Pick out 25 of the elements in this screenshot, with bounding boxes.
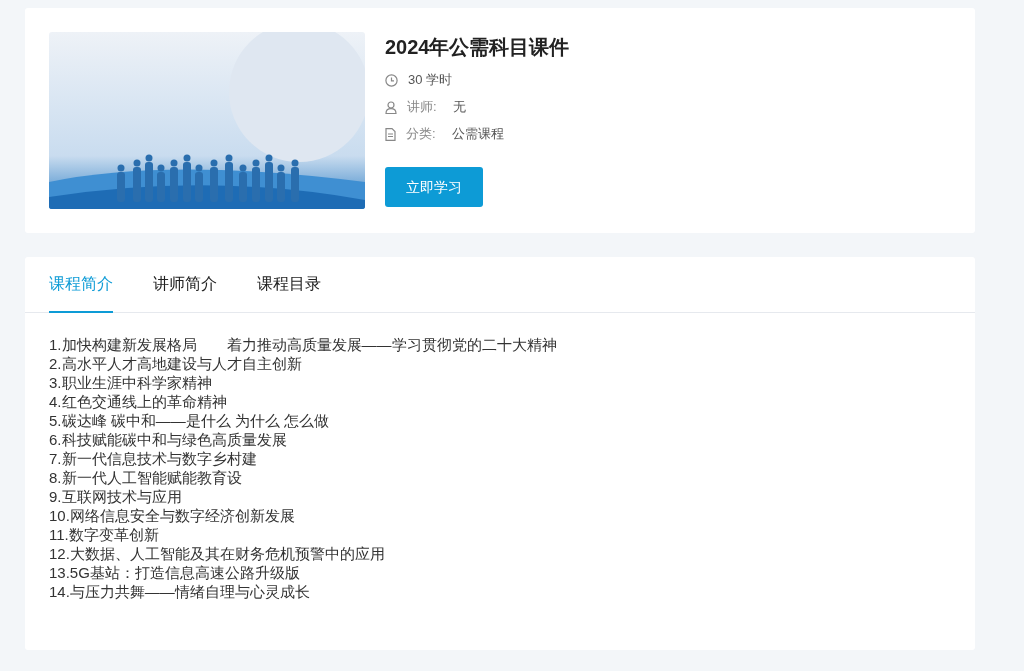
outline-item: 4.红色交通线上的革命精神 — [49, 392, 227, 411]
meta-label: 分类: — [406, 125, 436, 143]
outline-item: 2.高水平人才高地建设与人才自主创新 — [49, 354, 302, 373]
outline-item: 3.职业生涯中科学家精神 — [49, 373, 212, 392]
tab[interactable]: 课程目录 — [257, 257, 321, 313]
meta-value: 公需课程 — [451, 125, 504, 143]
meta-value: 无 — [452, 98, 466, 116]
outline-item: 1.加快构建新发展格局 着力推动高质量发展——学习贯彻党的二十大精神 — [49, 335, 557, 354]
outline-item: 7.新一代信息技术与数字乡村建 — [49, 449, 257, 468]
outline-item: 9.互联网技术与应用 — [49, 487, 182, 506]
person-icon — [385, 100, 397, 114]
outline-item: 12.大数据、人工智能及其在财务危机预警中的应用 — [49, 544, 385, 563]
outline-item: 5.碳达峰 碳中和——是什么 为什么 怎么做 — [49, 411, 329, 430]
outline-item: 6.科技赋能碳中和与绿色高质量发展 — [49, 430, 287, 449]
document-icon — [385, 127, 396, 141]
outline-item: 11.数字变革创新 — [49, 525, 159, 544]
course-title: 2024年公需科目课件 — [385, 35, 570, 60]
outline-item: 10.网络信息安全与数字经济创新发展 — [49, 506, 295, 525]
outline-item: 14.与压力共舞——情绪自理与心灵成长 — [49, 582, 310, 601]
outline-item: 13.5G基站：打造信息高速公路升级版 — [49, 563, 300, 582]
clock-icon — [385, 73, 398, 87]
outline-item: 8.新一代人工智能赋能教育设 — [49, 468, 242, 487]
meta-value: 30 学时 — [408, 71, 453, 89]
tab[interactable]: 讲师简介 — [153, 257, 217, 313]
meta-label: 讲师: — [407, 98, 437, 116]
